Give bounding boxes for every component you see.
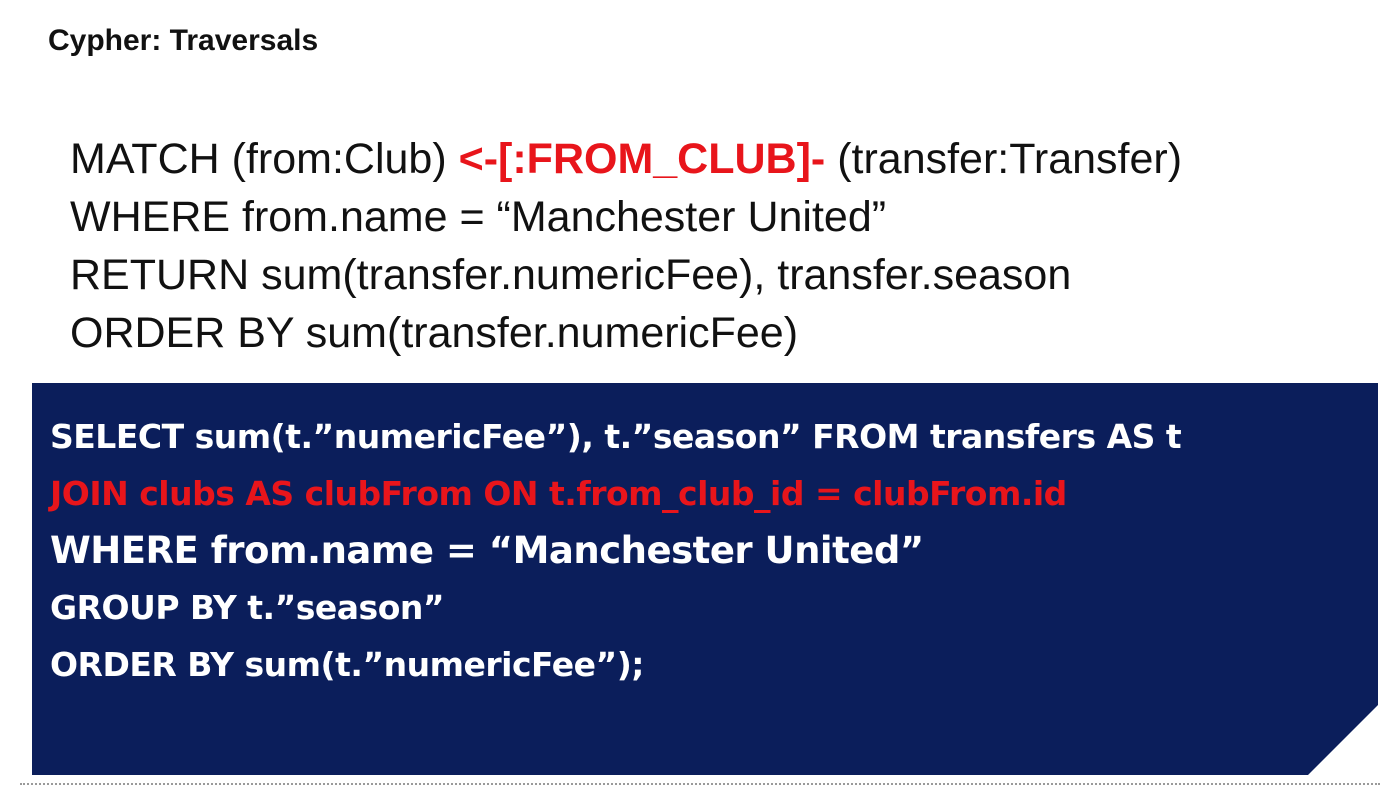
sql-line-group-by: GROUP BY t.”season” [50, 588, 445, 627]
cypher-match-pre: MATCH (from:Club) [70, 135, 459, 183]
cypher-line-match: MATCH (from:Club) <-[:FROM_CLUB]- (trans… [70, 130, 1182, 188]
sql-line-select: SELECT sum(t.”numericFee”), t.”season” F… [50, 417, 1182, 456]
cypher-relationship-highlight: <-[:FROM_CLUB]- [458, 135, 826, 183]
sql-line-join: JOIN clubs AS clubFrom ON t.from_club_id… [50, 474, 1067, 513]
cypher-query: MATCH (from:Club) <-[:FROM_CLUB]- (trans… [70, 130, 1182, 362]
cypher-line-return: RETURN sum(transfer.numericFee), transfe… [70, 251, 1072, 299]
sql-line-where: WHERE from.name = “Manchester United” [50, 529, 924, 572]
cypher-line-where: WHERE from.name = “Manchester United” [70, 193, 887, 241]
cypher-match-post: (transfer:Transfer) [825, 135, 1183, 183]
cypher-line-order-by: ORDER BY sum(transfer.numericFee) [70, 309, 799, 357]
sql-query: SELECT sum(t.”numericFee”), t.”season” F… [50, 408, 1182, 693]
slide-title: Cypher: Traversals [48, 24, 319, 57]
sql-line-order-by: ORDER BY sum(t.”numericFee”); [50, 645, 644, 684]
bottom-divider [20, 783, 1380, 785]
